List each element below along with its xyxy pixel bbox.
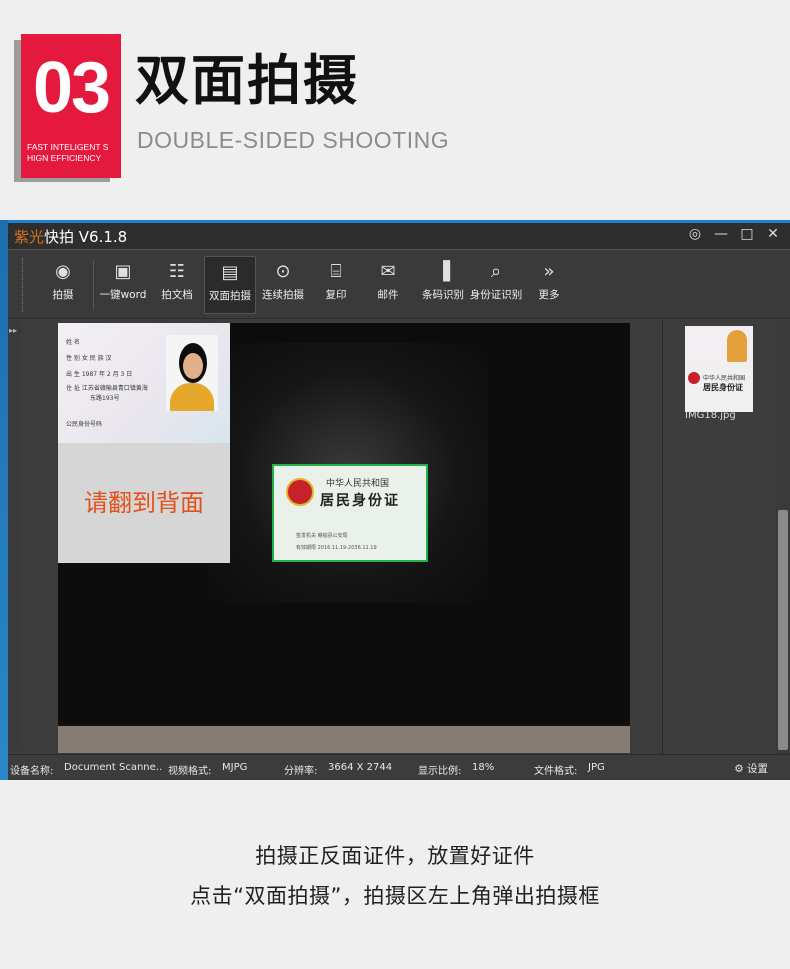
toolbar: ◉ 拍摄 ▣ 一键word ☷ 拍文档 ▤ 双面拍摄 ⊙ 连续拍摄 ⌸ 复印 ✉… [8, 249, 790, 319]
tool-one-key-word[interactable]: ▣ 一键word [98, 256, 148, 314]
front-line-name: 姓 名 [66, 339, 80, 346]
front-line-address: 住 址 江苏省赣榆县青口镇黄海 [66, 385, 148, 392]
tool-barcode[interactable]: ▐ 条码识别 [418, 256, 468, 314]
settings-button[interactable]: ⚙ 设置 [734, 761, 768, 776]
settings-label: 设置 [747, 763, 768, 775]
page-header: 03 FAST INTELIGENT S HIGN EFFICIENCY 双面拍… [0, 0, 790, 220]
id-recognition-icon: ⌕ [490, 261, 502, 282]
tool-copy[interactable]: ⌸ 复印 [316, 256, 356, 314]
national-emblem-icon [286, 478, 314, 506]
window-controls: ◎ — □ ✕ [688, 226, 780, 242]
thumbnail-emblem-icon [688, 372, 700, 384]
status-bar: 设备名称: Document Scanne.. 视频格式: MJPG 分辨率: … [8, 754, 790, 780]
app-title: 紫光快拍 V6.1.8 [14, 226, 127, 247]
scrollbar-thumb[interactable] [778, 510, 788, 750]
tool-more[interactable]: » 更多 [532, 256, 566, 314]
close-icon[interactable]: ✕ [766, 226, 780, 242]
tool-continuous[interactable]: ⊙ 连续拍摄 [260, 256, 306, 314]
step-badge: 03 FAST INTELIGENT S HIGN EFFICIENCY [21, 34, 121, 178]
flip-to-back-prompt: 请翻到背面 [84, 489, 204, 517]
thumbnail-image[interactable]: 中华人民共和国 居民身份证 [685, 326, 753, 412]
caption-line1: 拍摄正反面证件，放置好证件 [255, 844, 535, 868]
left-collapse-strip[interactable]: ▸▸ [8, 320, 22, 750]
gear-icon: ⚙ [734, 763, 744, 775]
resolution-label: 分辨率: [284, 766, 318, 777]
resolution-value: 3664 X 2744 [328, 762, 393, 773]
front-line-gender: 性 别 女 民 族 汉 [66, 355, 112, 362]
barcode-icon: ▐ [436, 261, 450, 282]
continuous-shoot-icon: ⊙ [275, 261, 291, 282]
back-side-placeholder: 请翻到背面 [58, 443, 230, 563]
id-card-title: 居民身份证 [320, 493, 400, 509]
app-brand: 紫光 [14, 228, 45, 246]
badge-subtitle: FAST INTELIGENT S HIGN EFFICIENCY [27, 142, 108, 164]
tool-shoot[interactable]: ◉ 拍摄 [42, 256, 84, 314]
document-icon: ☷ [168, 261, 186, 282]
id-card-validity: 有效期限 2016.11.19-2036.11.19 [296, 545, 377, 551]
camera-icon: ▣ [114, 261, 132, 282]
mail-icon: ✉ [380, 261, 396, 282]
tool-shoot-document[interactable]: ☷ 拍文档 [156, 256, 198, 314]
thumbnail-filename: IMG18.jpg [685, 410, 736, 421]
caption-line2: 点击“双面拍摄”，拍摄区左上角弹出拍摄框 [190, 884, 600, 908]
minimize-icon[interactable]: — [714, 226, 728, 242]
badge-subtitle-line1: FAST INTELIGENT S [27, 142, 109, 152]
preview-desk-edge [58, 723, 630, 753]
device-value: Document Scanne.. [64, 762, 163, 773]
toolbar-separator [93, 260, 94, 310]
thumbnail-photo [727, 330, 747, 362]
tool-double-sided[interactable]: ▤ 双面拍摄 [204, 256, 256, 314]
device-label: 设备名称: [10, 766, 54, 777]
id-card-icon: ▤ [221, 262, 239, 283]
maximize-icon[interactable]: □ [740, 226, 754, 242]
chevron-right-double-icon: » [543, 261, 555, 282]
video-format-value: MJPG [222, 762, 248, 773]
front-line-birth: 出 生 1987 年 2 月 3 日 [66, 371, 133, 378]
tool-id-recognition[interactable]: ⌕ 身份证识别 [468, 256, 524, 314]
copy-icon: ⌸ [330, 261, 342, 282]
thumbnail-back: 中华人民共和国 居民身份证 [685, 368, 753, 412]
display-ratio-label: 显示比例: [418, 766, 462, 777]
id-card-back-in-frame: 中华人民共和国 居民身份证 签发机关 赣榆县公安局 有效期限 2016.11.1… [272, 464, 428, 562]
thumbnail-front [685, 326, 753, 366]
thumbnail-panel: 中华人民共和国 居民身份证 IMG18.jpg [662, 320, 790, 754]
front-line-address-2: 东路193号 [90, 395, 120, 402]
display-ratio-value: 18% [472, 762, 495, 773]
captured-front-side: 姓 名 性 别 女 民 族 汉 出 生 1987 年 2 月 3 日 住 址 江… [58, 323, 230, 443]
capture-popup[interactable]: 姓 名 性 别 女 民 族 汉 出 生 1987 年 2 月 3 日 住 址 江… [58, 323, 230, 563]
expand-arrows-icon: ▸▸ [9, 326, 18, 335]
globe-icon[interactable]: ◎ [688, 226, 702, 242]
title-bar: 紫光快拍 V6.1.8 ◎ — □ ✕ [8, 223, 790, 249]
app-version: 快拍 V6.1.8 [44, 228, 128, 246]
photo-shoulders [170, 383, 214, 411]
step-number: 03 [32, 48, 111, 128]
app-window: 紫光快拍 V6.1.8 ◎ — □ ✕ ◉ 拍摄 ▣ 一键word ☷ 拍文档 … [8, 220, 790, 780]
id-photo [166, 335, 218, 411]
vertical-scrollbar[interactable] [776, 320, 790, 754]
page-subtitle: DOUBLE-SIDED SHOOTING [137, 127, 450, 153]
id-card-header: 中华人民共和国 [326, 479, 390, 489]
video-format-label: 视频格式: [168, 766, 212, 777]
camera-lens-icon: ◉ [55, 261, 71, 282]
tool-mail[interactable]: ✉ 邮件 [368, 256, 408, 314]
file-format-label: 文件格式: [534, 766, 578, 777]
id-card-authority: 签发机关 赣榆县公安局 [296, 533, 348, 539]
thumbnail-back-line1: 中华人民共和国 [703, 375, 746, 382]
badge-subtitle-line2: HIGN EFFICIENCY [27, 153, 102, 163]
photo-face [183, 353, 203, 379]
front-line-id-number: 公民身份号码 [66, 421, 103, 428]
file-format-value: JPG [588, 762, 605, 773]
page-title: 双面拍摄 [135, 49, 359, 112]
thumbnail-back-line2: 居民身份证 [703, 383, 743, 392]
toolbar-grip [22, 258, 28, 312]
desktop-edge [0, 220, 8, 780]
